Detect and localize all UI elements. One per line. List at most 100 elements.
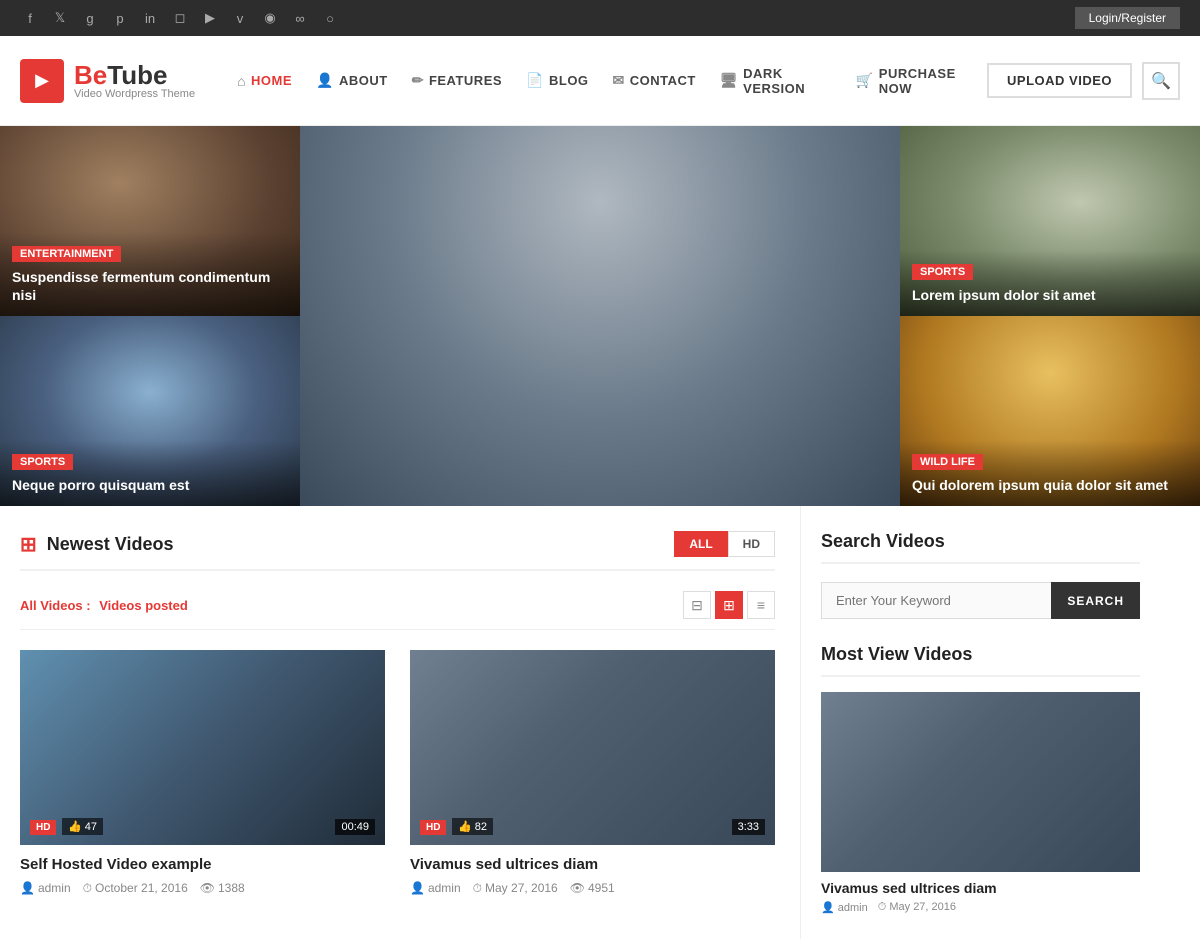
filter-buttons: All HD — [674, 531, 775, 557]
date-meta: ⏱ October 21, 2016 — [83, 881, 188, 896]
social-vimeo[interactable]: v — [230, 8, 250, 28]
social-flickr[interactable]: ∞ — [290, 8, 310, 28]
video-title: Self Hosted Video example — [20, 855, 385, 875]
filter-all-button[interactable]: All — [674, 531, 727, 557]
likes-badge: 👍 47 — [62, 818, 103, 835]
logo-title: BeTube — [74, 62, 195, 88]
section-title: ⊞ Newest Videos — [20, 532, 174, 557]
likes-badge: 👍 82 — [452, 818, 493, 835]
video-thumbnail: HD 👍 47 00:49 — [20, 650, 385, 845]
duration-badge: 00:49 — [335, 819, 375, 835]
search-submit-button[interactable]: SEARCH — [1051, 582, 1140, 619]
sidebar: Search Videos SEARCH Most View Videos Vi… — [800, 506, 1160, 939]
social-instagram[interactable]: ◻ — [170, 8, 190, 28]
video-cards: HD 👍 47 00:49 Self Hosted Video example … — [20, 650, 775, 896]
hero-title: Suspendisse fermentum condimentum nisi — [12, 268, 288, 304]
thumb-bg — [20, 650, 385, 845]
search-box: SEARCH — [821, 582, 1140, 619]
newest-videos-title: Newest Videos — [47, 534, 174, 555]
upload-video-button[interactable]: Upload Video — [987, 63, 1132, 98]
video-card[interactable]: HD 👍 82 3:33 Vivamus sed ultrices diam 👤… — [410, 650, 775, 896]
date-meta: ⏱ May 27, 2016 — [473, 881, 558, 896]
category-badge: Wild Life — [912, 454, 983, 470]
thumb-bg — [410, 650, 775, 845]
sidebar-date: ⏱ May 27, 2016 — [878, 901, 956, 914]
hero-item-entertainment[interactable]: Entertainment Suspendisse fermentum cond… — [0, 126, 300, 316]
hero-overlay: Wild Life Qui dolorem ipsum quia dolor s… — [900, 440, 1200, 506]
view-compact-button[interactable]: ≡ — [747, 591, 775, 619]
author-meta: 👤 admin — [20, 881, 71, 896]
thumbs-icon: 👍 — [68, 820, 82, 833]
social-youtube[interactable]: ▶ — [200, 8, 220, 28]
grid-icon: ⊞ — [20, 532, 37, 557]
views-meta: 👁 4951 — [570, 881, 615, 896]
sidebar-video-meta: 👤 admin ⏱ May 27, 2016 — [821, 901, 1140, 914]
logo-text: BeTube Video Wordpress Theme — [74, 62, 195, 100]
hero-title: Lorem ipsum dolor sit amet — [912, 286, 1188, 304]
category-badge: Entertainment — [12, 246, 121, 262]
mail-icon: ✉ — [613, 72, 625, 89]
content-area: ⊞ Newest Videos All HD All Videos : Vide… — [0, 506, 800, 939]
nav-about[interactable]: 👤 ABOUT — [304, 36, 400, 126]
author-meta: 👤 admin — [410, 881, 461, 896]
social-dribbble[interactable]: ◉ — [260, 8, 280, 28]
nav-blog[interactable]: 📄 BLOG — [514, 36, 601, 126]
hero-overlay: Sports Neque porro quisquam est — [0, 440, 300, 506]
hd-badge: HD — [30, 820, 56, 835]
search-toggle-button[interactable]: 🔍 — [1142, 62, 1180, 100]
site-header: BeTube Video Wordpress Theme ⌂ HOME 👤 AB… — [0, 36, 1200, 126]
video-card[interactable]: HD 👍 47 00:49 Self Hosted Video example … — [20, 650, 385, 896]
monitor-icon: 🖥 — [720, 72, 738, 89]
likes-count: 47 — [85, 821, 97, 833]
nav-dark[interactable]: 🖥 DARK VERSION — [708, 36, 844, 126]
social-links: f 𝕏 g p in ◻ ▶ v ◉ ∞ ○ — [20, 8, 340, 28]
likes-count: 82 — [475, 821, 487, 833]
social-github[interactable]: ○ — [320, 8, 340, 28]
pencil-icon: ✏ — [412, 72, 424, 89]
social-pinterest[interactable]: p — [110, 8, 130, 28]
filter-hd-button[interactable]: HD — [728, 531, 775, 557]
view-toggles: ⊟ ⊞ ≡ — [683, 591, 775, 619]
hero-item-sports-splash[interactable]: Sports Neque porro quisquam est — [0, 316, 300, 506]
thumbs-icon: 👍 — [458, 820, 472, 833]
social-facebook[interactable]: f — [20, 8, 40, 28]
hero-item-wildlife[interactable]: Wild Life Qui dolorem ipsum quia dolor s… — [900, 316, 1200, 506]
home-icon: ⌂ — [237, 73, 246, 89]
search-input[interactable] — [821, 582, 1051, 619]
category-badge: Sports — [12, 454, 73, 470]
video-title: Vivamus sed ultrices diam — [410, 855, 775, 875]
nav-purchase[interactable]: 🛒 PURCHASE NOW — [844, 36, 987, 126]
category-badge: Sports — [912, 264, 973, 280]
hero-item-city[interactable] — [300, 126, 900, 506]
videos-subheader: All Videos : Videos posted ⊟ ⊞ ≡ — [20, 591, 775, 630]
nav-home[interactable]: ⌂ HOME — [225, 36, 304, 126]
logo-icon — [20, 59, 64, 103]
logo-subtitle: Video Wordpress Theme — [74, 88, 195, 100]
hero-item-sports-right[interactable]: Sports Lorem ipsum dolor sit amet — [900, 126, 1200, 316]
main-content: ⊞ Newest Videos All HD All Videos : Vide… — [0, 506, 1200, 939]
social-gplus[interactable]: g — [80, 8, 100, 28]
section-header: ⊞ Newest Videos All HD — [20, 531, 775, 571]
nav-features[interactable]: ✏ FEATURES — [400, 36, 514, 126]
video-meta: 👤 admin ⏱ May 27, 2016 👁 4951 — [410, 881, 775, 896]
view-grid-button[interactable]: ⊞ — [715, 591, 743, 619]
hero-grid: Entertainment Suspendisse fermentum cond… — [0, 126, 1200, 506]
videos-sublabel: Videos posted — [99, 598, 188, 613]
person-icon: 👤 — [316, 72, 334, 89]
login-register-link[interactable]: Login/Register — [1075, 7, 1180, 29]
view-list-button[interactable]: ⊟ — [683, 591, 711, 619]
social-linkedin[interactable]: in — [140, 8, 160, 28]
social-twitter[interactable]: 𝕏 — [50, 8, 70, 28]
site-logo[interactable]: BeTube Video Wordpress Theme — [20, 59, 195, 103]
hero-overlay: Sports Lorem ipsum dolor sit amet — [900, 250, 1200, 316]
hd-badge: HD — [420, 820, 446, 835]
document-icon: 📄 — [526, 72, 544, 89]
video-meta: 👤 admin ⏱ October 21, 2016 👁 1388 — [20, 881, 385, 896]
search-section-title: Search Videos — [821, 531, 1140, 564]
main-nav: ⌂ HOME 👤 ABOUT ✏ FEATURES 📄 BLOG ✉ CONTA… — [225, 36, 987, 126]
nav-contact[interactable]: ✉ CONTACT — [601, 36, 708, 126]
sidebar-video-title[interactable]: Vivamus sed ultrices diam — [821, 880, 1140, 896]
duration-badge: 3:33 — [732, 819, 765, 835]
sidebar-video-thumbnail[interactable] — [821, 692, 1140, 872]
header-actions: Upload Video 🔍 — [987, 62, 1180, 100]
